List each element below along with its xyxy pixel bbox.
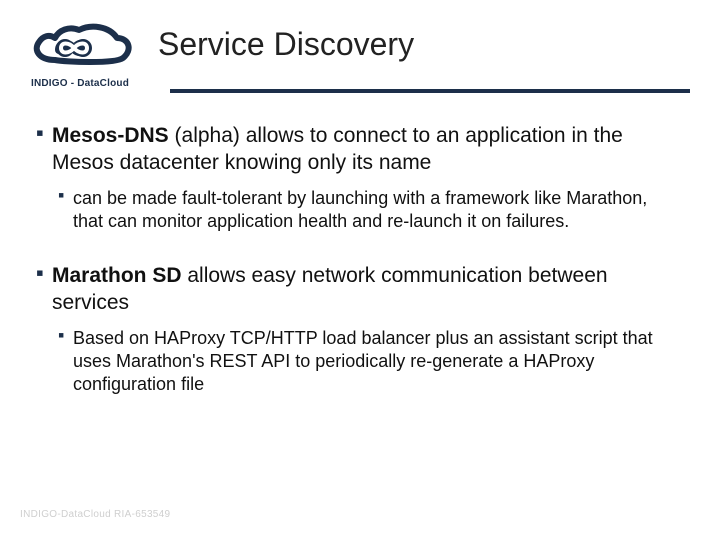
slide-footer: INDIGO-DataCloud RIA-653549 <box>20 509 170 520</box>
bullet-marker-icon: ▪ <box>36 123 46 143</box>
logo-block: INDIGO - DataCloud <box>20 20 140 89</box>
bullet-text: Based on HAProxy TCP/HTTP load balancer … <box>73 327 682 396</box>
title-underline <box>170 89 690 93</box>
infinity-cloud-icon <box>25 20 135 76</box>
slide-header: INDIGO - DataCloud Service Discovery <box>20 20 690 89</box>
bullet-level-1: ▪ Marathon SD allows easy network commun… <box>36 263 682 317</box>
bullet-marker-icon: ▪ <box>58 327 67 344</box>
slide: INDIGO - DataCloud Service Discovery ▪ M… <box>0 0 720 540</box>
bullet-bold: Mesos-DNS <box>52 124 169 147</box>
bullet-text: Mesos-DNS (alpha) allows to connect to a… <box>52 123 682 177</box>
logo-caption: INDIGO - DataCloud <box>31 78 129 89</box>
bullet-bold: Marathon SD <box>52 264 182 287</box>
bullet-marker-icon: ▪ <box>36 263 46 283</box>
slide-content: ▪ Mesos-DNS (alpha) allows to connect to… <box>20 123 690 396</box>
bullet-level-2: ▪ Based on HAProxy TCP/HTTP load balance… <box>36 327 682 396</box>
spacer <box>36 233 682 249</box>
bullet-level-1: ▪ Mesos-DNS (alpha) allows to connect to… <box>36 123 682 177</box>
bullet-text: can be made fault-tolerant by launching … <box>73 187 682 233</box>
slide-title: Service Discovery <box>158 26 414 63</box>
bullet-text: Marathon SD allows easy network communic… <box>52 263 682 317</box>
bullet-marker-icon: ▪ <box>58 187 67 204</box>
bullet-level-2: ▪ can be made fault-tolerant by launchin… <box>36 187 682 233</box>
